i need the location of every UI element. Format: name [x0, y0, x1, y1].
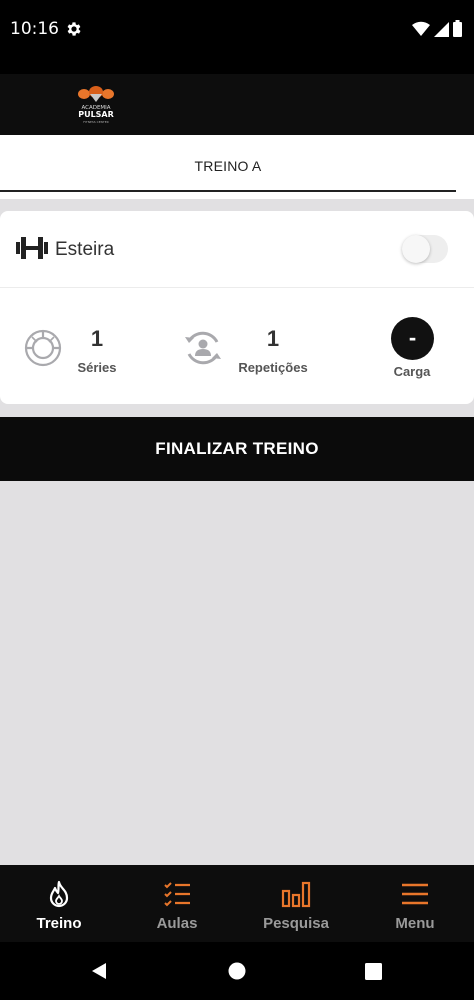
nav-label-menu: Menu: [395, 915, 435, 932]
exercise-name[interactable]: Esteira: [55, 239, 114, 261]
nav-label-treino: Treino: [36, 915, 82, 932]
reps-value: 1: [266, 326, 280, 351]
menu-icon: [400, 879, 430, 909]
status-time: 10:16: [10, 19, 59, 39]
gear-icon: [65, 20, 83, 43]
nav-item-treino[interactable]: Treino: [0, 865, 118, 942]
battery-icon: [453, 20, 462, 42]
wifi-icon: [412, 21, 430, 42]
load-label: Carga: [393, 364, 431, 379]
academy-logo[interactable]: ACADEMIA PULSAR FITNESS CENTER: [74, 82, 118, 126]
app-header: ACADEMIA PULSAR FITNESS CENTER: [0, 74, 474, 135]
nav-item-menu[interactable]: Menu: [356, 865, 474, 942]
series-value: 1: [90, 326, 104, 351]
nav-label-pesquisa: Pesquisa: [263, 915, 329, 932]
exercise-done-toggle[interactable]: [402, 235, 448, 263]
nav-item-pesquisa[interactable]: Pesquisa: [237, 865, 355, 942]
logo-tagline: FITNESS CENTER: [83, 120, 108, 124]
exercise-card: Esteira 1 Séries 1 Repetições - Carga: [0, 211, 474, 404]
workout-tabs: TREINO A: [0, 135, 474, 199]
bar-chart-icon: [281, 879, 311, 909]
back-icon[interactable]: [90, 962, 108, 985]
phone-screen: 10:16 ACADEMIA PULSAR FITNESS CENTER TRE…: [0, 0, 474, 1000]
nav-item-aulas[interactable]: Aulas: [118, 865, 236, 942]
reps-label: Repetições: [238, 360, 308, 375]
system-navigation: [0, 942, 474, 1000]
status-icons: [412, 20, 462, 42]
status-bar: 10:16: [0, 0, 474, 60]
exercise-card-header: Esteira: [0, 211, 474, 288]
bottom-navigation: Treino Aulas Pesquisa Menu: [0, 865, 474, 942]
logo-line2: PULSAR: [78, 110, 114, 119]
finish-workout-button[interactable]: FINALIZAR TREINO: [0, 417, 474, 481]
series-icon: [24, 329, 62, 372]
recents-icon[interactable]: [365, 963, 382, 985]
checklist-icon: [162, 879, 192, 909]
home-icon[interactable]: [228, 962, 246, 985]
reps-icon: [183, 328, 223, 373]
tab-active-indicator: [0, 190, 456, 192]
series-label: Séries: [77, 360, 117, 375]
nav-label-aulas: Aulas: [156, 915, 198, 932]
toggle-knob: [402, 235, 430, 263]
flame-icon: [44, 879, 74, 909]
workout-content: Esteira 1 Séries 1 Repetições - Carga FI…: [0, 199, 474, 865]
load-value: -: [408, 325, 417, 350]
dumbbell-icon: [16, 236, 48, 265]
signal-icon: [434, 21, 449, 42]
load-badge[interactable]: -: [391, 317, 434, 360]
tab-treino-a[interactable]: TREINO A: [0, 158, 456, 174]
